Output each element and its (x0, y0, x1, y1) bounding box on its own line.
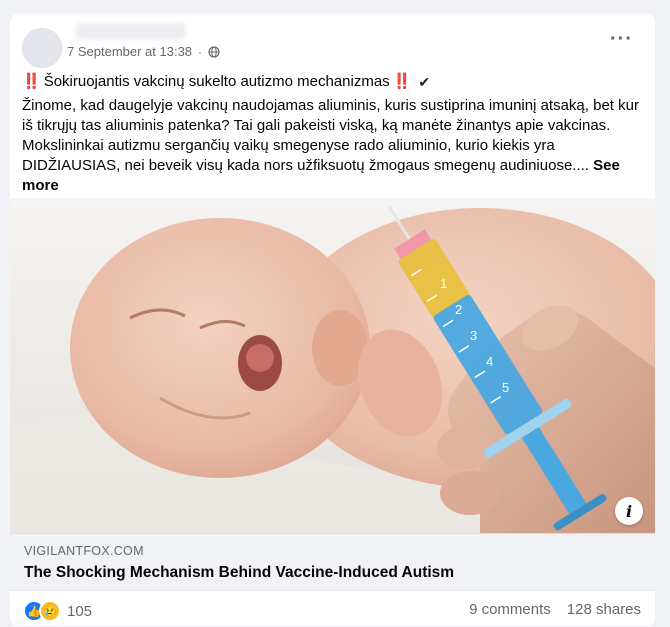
engagement-counts: 9 comments 128 shares (469, 601, 641, 618)
syringe-mark: 2 (455, 302, 462, 317)
post-meta: 7 September at 13:38 · (67, 44, 220, 59)
headline-text: Šokiruojantis vakcinų sukelto autizmo me… (43, 73, 390, 90)
syringe-mark: 4 (486, 354, 493, 369)
globe-icon[interactable] (208, 45, 220, 58)
post-body: Žinome, kad daugelyje vakcinų naudojamas… (22, 96, 647, 196)
syringe-mark: 5 (502, 380, 509, 395)
post-card: 7 September at 13:38 · ··· ‼️ Šokiruojan… (10, 14, 655, 626)
double-exclamation-icon: ‼️ (22, 73, 41, 90)
reaction-count: 105 (67, 602, 93, 620)
check-mark-icon: ✔ (418, 74, 431, 90)
syringe-mark: 3 (470, 328, 477, 343)
ellipsis-icon[interactable]: ··· (610, 29, 633, 49)
sad-reaction-icon: 😢 (39, 600, 61, 622)
post-body-text: Žinome, kad daugelyje vakcinų naudojamas… (22, 97, 639, 174)
baby-syringe-illustration: 1 2 3 4 5 (10, 198, 655, 533)
comments-count[interactable]: 9 comments (469, 601, 551, 618)
post-footer: 👍 😢 105 9 comments 128 shares (10, 590, 655, 626)
link-preview[interactable]: VIGILANTFOX.COM The Shocking Mechanism B… (10, 533, 655, 590)
syringe-mark: 1 (440, 276, 447, 291)
post-headline: ‼️ Šokiruojantis vakcinų sukelto autizmo… (22, 72, 430, 92)
author-name-redacted (76, 23, 186, 40)
link-title[interactable]: The Shocking Mechanism Behind Vaccine-In… (24, 564, 454, 582)
post-timestamp[interactable]: 7 September at 13:38 (67, 44, 192, 59)
post-image[interactable]: 1 2 3 4 5 i (10, 198, 655, 533)
double-exclamation-icon: ‼️ (392, 73, 412, 90)
avatar[interactable] (22, 28, 62, 68)
link-domain: VIGILANTFOX.COM (24, 544, 144, 558)
meta-separator: · (198, 44, 203, 59)
info-icon[interactable]: i (615, 497, 643, 525)
reactions-summary[interactable]: 👍 😢 105 (23, 600, 92, 622)
shares-count[interactable]: 128 shares (567, 601, 641, 618)
